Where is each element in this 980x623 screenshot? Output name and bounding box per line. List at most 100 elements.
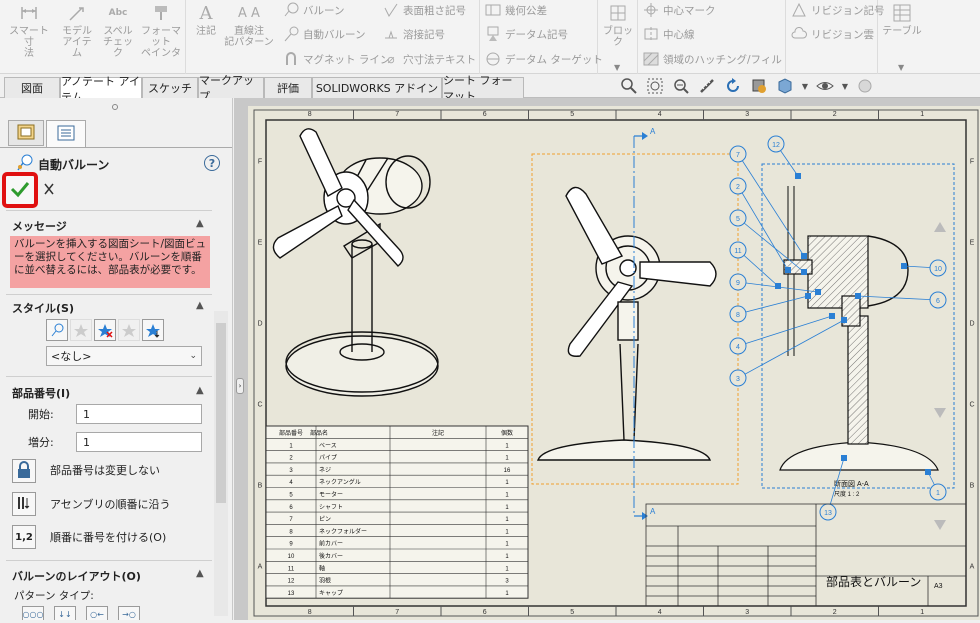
help-icon[interactable]: ? bbox=[204, 155, 220, 171]
surface-finish-button[interactable]: 表面粗さ記号 bbox=[382, 0, 466, 20]
linear-note-pattern-button[interactable]: A A 直線注 記パターン bbox=[224, 2, 274, 49]
spell-check-button[interactable]: Abc スペル チェック bbox=[100, 2, 136, 60]
tab-evaluate[interactable]: 評価 bbox=[264, 77, 312, 98]
block-dropdown-icon[interactable]: ▼ bbox=[614, 63, 620, 72]
increment-input[interactable]: 1 bbox=[76, 432, 202, 452]
rotate-view-icon[interactable] bbox=[722, 76, 744, 96]
panel-scrollbar-thumb[interactable] bbox=[216, 323, 226, 503]
start-number-input[interactable]: 1 bbox=[76, 404, 202, 424]
zone-column-label: 7 bbox=[395, 609, 399, 616]
balloon-number: 7 bbox=[736, 152, 740, 159]
tab-markup[interactable]: マークアップ bbox=[198, 74, 264, 103]
opt-sequential-label: 順番に番号を付ける(O) bbox=[50, 531, 167, 544]
tab-drawing[interactable]: 図面 bbox=[4, 77, 60, 98]
table-dropdown-icon[interactable]: ▼ bbox=[898, 63, 904, 72]
datum-feature-button[interactable]: データム記号 bbox=[484, 24, 568, 44]
view-orientation-dropdown-icon[interactable]: ▼ bbox=[800, 76, 810, 96]
hole-callout-button[interactable]: ⌀ 穴寸法テキスト bbox=[382, 49, 476, 69]
spell-check-icon: Abc bbox=[108, 7, 128, 18]
model-items-button[interactable]: モデル アイテム bbox=[58, 2, 96, 59]
center-mark-icon bbox=[642, 2, 660, 18]
zone-row-label: E bbox=[258, 240, 263, 247]
tab-solidworks-addins[interactable]: SOLIDWORKS アドイン bbox=[312, 77, 442, 98]
zoom-to-area-icon[interactable] bbox=[644, 76, 666, 96]
front-view bbox=[536, 186, 717, 461]
balloon-button[interactable]: バルーン bbox=[282, 0, 344, 20]
zone-row-label: A bbox=[258, 564, 263, 571]
revision-symbol-button[interactable]: リビジョン記号 bbox=[790, 0, 885, 20]
block-button[interactable]: ブロック bbox=[600, 2, 636, 48]
smart-dimension-button[interactable]: スマート寸 法 bbox=[6, 2, 52, 59]
previous-view-icon[interactable] bbox=[670, 76, 692, 96]
svg-text:断面図 A-A: 断面図 A-A bbox=[834, 479, 869, 488]
follow-assembly-order-button[interactable] bbox=[12, 492, 36, 516]
bom-cell: ネックアングル bbox=[319, 478, 361, 486]
revision-cloud-button[interactable]: リビジョン雲 bbox=[790, 24, 874, 44]
tolerance-icon bbox=[484, 2, 502, 18]
ribbon-group-revision: リビジョン記号 リビジョン雲 bbox=[786, 0, 885, 74]
view-orientation-icon[interactable] bbox=[774, 76, 796, 96]
balloon-anchor bbox=[841, 455, 847, 461]
bom-header-cell: 注記 bbox=[432, 429, 444, 437]
table-button[interactable]: テーブル bbox=[882, 2, 922, 37]
tab-sheet-format[interactable]: シート フォーマット bbox=[442, 74, 524, 103]
scene-icon[interactable] bbox=[854, 76, 876, 96]
hatch-icon bbox=[642, 51, 660, 67]
layout-left-icon[interactable]: ○← bbox=[86, 606, 108, 620]
lock-icon bbox=[16, 460, 32, 482]
geometric-tolerance-button[interactable]: 幾何公差 bbox=[484, 0, 547, 20]
zone-column-label: 8 bbox=[308, 111, 312, 118]
assembly-order-icon bbox=[16, 495, 32, 514]
add-style-icon[interactable] bbox=[46, 319, 68, 341]
layout-square-icon[interactable]: ○○○ bbox=[22, 606, 44, 620]
balloon-icon bbox=[282, 2, 300, 18]
auto-balloon-button[interactable]: 自動バルーン bbox=[282, 24, 365, 44]
surface-finish-icon bbox=[382, 2, 400, 18]
zoom-to-fit-icon[interactable] bbox=[618, 76, 640, 96]
zone-column-label: 4 bbox=[658, 111, 662, 118]
message-box: バルーンを挿入する図面シート/図面ビューを選択してください。バルーンを順番に並べ… bbox=[10, 236, 210, 288]
delete-style-icon[interactable] bbox=[94, 319, 116, 341]
panel-collapse-handle[interactable] bbox=[112, 104, 118, 110]
weld-symbol-button[interactable]: 溶接記号 bbox=[382, 24, 445, 44]
panel-expand-handle[interactable]: › bbox=[236, 378, 244, 394]
feature-manager-tab[interactable] bbox=[8, 120, 44, 146]
tab-sketch[interactable]: スケッチ bbox=[142, 77, 198, 98]
hide-show-dropdown-icon[interactable]: ▼ bbox=[840, 76, 850, 96]
tab-annotation[interactable]: アノテート アイテム bbox=[60, 75, 142, 104]
block-icon bbox=[607, 2, 629, 24]
sequential-numbering-button[interactable]: 1,2 bbox=[12, 525, 36, 549]
property-manager-tab[interactable] bbox=[46, 120, 86, 147]
hole-callout-icon: ⌀ bbox=[387, 52, 395, 66]
magnetic-line-button[interactable]: マグネット ライン bbox=[282, 49, 390, 69]
hide-show-items-icon[interactable] bbox=[814, 76, 836, 96]
do-not-change-numbers-button[interactable] bbox=[12, 459, 36, 483]
drawing-canvas[interactable]: › 8877665544332211FFEEDDCCBBAA A A 断面図 A… bbox=[234, 98, 980, 620]
ok-button[interactable] bbox=[2, 172, 38, 208]
measure-icon[interactable] bbox=[696, 76, 718, 96]
layout-top-icon[interactable]: ↓↓ bbox=[54, 606, 76, 620]
style-select[interactable]: <なし> ⌄ bbox=[46, 346, 202, 366]
collapse-chevron-icon[interactable]: ▲ bbox=[196, 568, 204, 579]
load-style-icon[interactable] bbox=[142, 319, 164, 341]
zone-row-label: C bbox=[257, 402, 262, 409]
zone-column-label: 3 bbox=[745, 609, 749, 616]
format-painter-button[interactable]: フォーマット ペインタ bbox=[140, 2, 182, 59]
balloon-anchor bbox=[841, 317, 847, 323]
layout-right-icon[interactable]: →○ bbox=[118, 606, 140, 620]
centerline-button[interactable]: 中心線 bbox=[642, 24, 695, 44]
center-mark-button[interactable]: 中心マーク bbox=[642, 0, 716, 20]
bom-table: 部品番号 部品名 注記 個数1 ベース 12 パイプ 13 ネジ 164 ネックアングル 15 モーター… bbox=[265, 425, 529, 599]
collapse-chevron-icon[interactable]: ▲ bbox=[196, 218, 204, 229]
area-hatch-button[interactable]: 領域のハッチング/フィル bbox=[642, 49, 782, 69]
zone-column-label: 5 bbox=[570, 609, 574, 616]
note-button[interactable]: A 注記 bbox=[192, 2, 220, 37]
zone-column-label: 6 bbox=[483, 609, 487, 616]
datum-target-button[interactable]: データム ターゲット bbox=[484, 49, 603, 69]
item-number-section-title: 部品番号(I) bbox=[12, 387, 71, 400]
collapse-chevron-icon[interactable]: ▲ bbox=[196, 300, 204, 311]
drawing-sheet[interactable]: 8877665544332211FFEEDDCCBBAA A A 断面図 A-A… bbox=[248, 106, 980, 620]
display-style-icon[interactable] bbox=[748, 76, 770, 96]
collapse-chevron-icon[interactable]: ▲ bbox=[196, 385, 204, 396]
cancel-button[interactable] bbox=[42, 182, 56, 196]
